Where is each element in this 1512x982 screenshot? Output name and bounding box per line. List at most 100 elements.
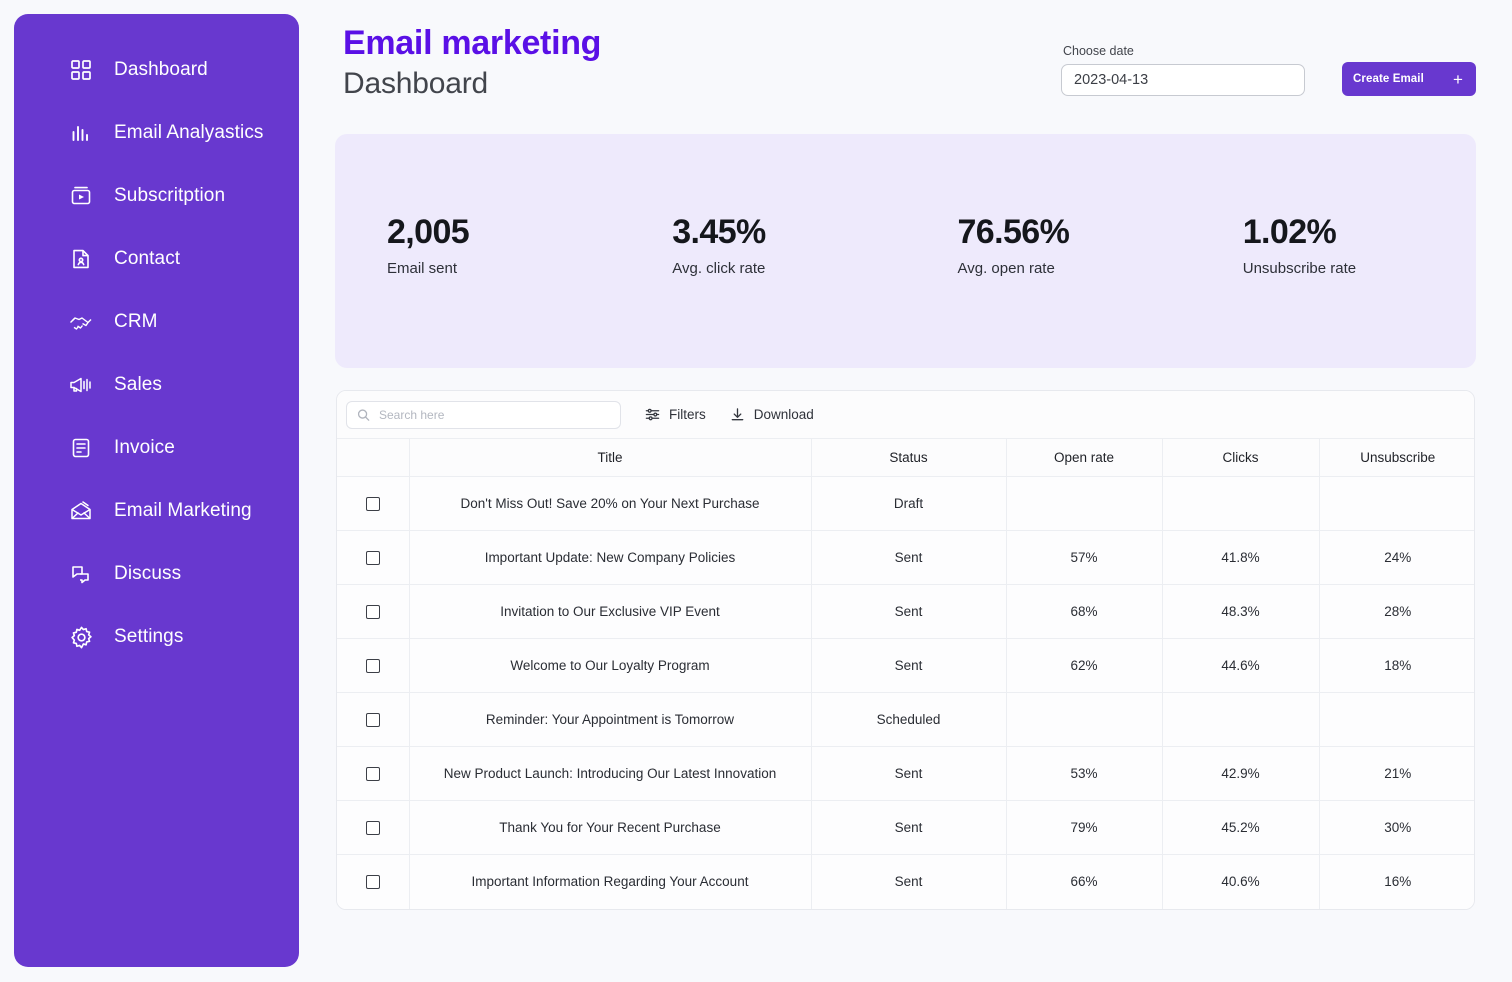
row-unsubscribe: 21% (1319, 746, 1474, 801)
row-select-cell (337, 692, 410, 747)
row-title: Invitation to Our Exclusive VIP Event (409, 584, 812, 639)
sidebar-item-crm[interactable]: CRM (14, 300, 299, 344)
email-table-card: Filters Download Title Status Open rate (336, 390, 1475, 910)
row-status: Sent (811, 800, 1007, 855)
row-unsubscribe (1319, 476, 1474, 531)
row-status: Sent (811, 638, 1007, 693)
bar-chart-icon (68, 120, 94, 146)
table-toolbar: Filters Download (337, 391, 1474, 438)
row-unsubscribe: 18% (1319, 638, 1474, 693)
row-open-rate: 57% (1006, 530, 1163, 585)
search-icon (357, 408, 370, 421)
row-open-rate: 66% (1006, 854, 1163, 909)
megaphone-icon (68, 372, 94, 398)
table-row[interactable]: Important Update: New Company Policies S… (337, 530, 1474, 585)
column-header-clicks: Clicks (1162, 438, 1320, 477)
sidebar-item-invoice[interactable]: Invoice (14, 426, 299, 470)
sidebar-item-label: Dashboard (114, 59, 208, 80)
filters-icon (645, 407, 660, 422)
row-select-cell (337, 584, 410, 639)
row-checkbox[interactable] (365, 551, 380, 566)
create-email-button[interactable]: Create Email + (1342, 62, 1476, 96)
plus-icon: + (1452, 69, 1463, 89)
row-checkbox[interactable] (365, 497, 380, 512)
row-clicks: 41.8% (1162, 530, 1320, 585)
column-header-unsubscribe: Unsubscribe (1319, 438, 1474, 477)
row-select-cell (337, 638, 410, 693)
row-clicks (1162, 476, 1320, 531)
contact-document-icon (68, 246, 94, 272)
sidebar-item-label: Discuss (114, 563, 182, 584)
sidebar-item-discuss[interactable]: Discuss (14, 552, 299, 596)
row-checkbox[interactable] (365, 605, 380, 620)
table-row[interactable]: Don't Miss Out! Save 20% on Your Next Pu… (337, 476, 1474, 531)
sidebar-item-subscritption[interactable]: Subscritption (14, 174, 299, 218)
table-body: Don't Miss Out! Save 20% on Your Next Pu… (337, 476, 1474, 909)
column-header-open-rate: Open rate (1006, 438, 1163, 477)
sidebar-item-label: Sales (114, 374, 163, 395)
chat-bubbles-icon (68, 561, 94, 587)
filters-label: Filters (669, 407, 706, 422)
invoice-document-icon (68, 435, 94, 461)
create-email-label: Create Email (1353, 73, 1424, 85)
page-title-sub: Dashboard (343, 67, 488, 100)
sidebar: Dashboard Email Analyastics Subscritptio… (14, 14, 299, 967)
table-row[interactable]: Thank You for Your Recent Purchase Sent … (337, 800, 1474, 855)
row-checkbox[interactable] (365, 659, 380, 674)
stat-avg-open-rate: 76.56% Avg. open rate (906, 134, 1191, 368)
row-clicks: 42.9% (1162, 746, 1320, 801)
row-title: Important Update: New Company Policies (409, 530, 812, 585)
download-label: Download (753, 407, 814, 422)
sidebar-item-label: Invoice (114, 437, 175, 458)
stat-unsubscribe-rate: 1.02% Unsubscribe rate (1191, 134, 1476, 368)
page-header: Email marketing Dashboard Choose date Cr… (335, 22, 1476, 118)
sidebar-item-label: Contact (114, 248, 181, 269)
sidebar-item-sales[interactable]: Sales (14, 363, 299, 407)
page-title: Email marketing Dashboard (343, 22, 601, 104)
row-open-rate (1006, 692, 1163, 747)
sidebar-item-contact[interactable]: Contact (14, 237, 299, 281)
sidebar-item-dashboard[interactable]: Dashboard (14, 48, 299, 92)
stat-avg-click-rate: 3.45% Avg. click rate (620, 134, 905, 368)
stat-label: Avg. open rate (957, 260, 1055, 277)
sidebar-item-label: Email Analyastics (114, 122, 264, 143)
stat-label: Email sent (387, 260, 458, 277)
table-row[interactable]: Important Information Regarding Your Acc… (337, 854, 1474, 909)
row-clicks: 45.2% (1162, 800, 1320, 855)
sidebar-item-label: CRM (114, 311, 158, 332)
column-header-title: Title (409, 438, 812, 477)
sidebar-item-label: Subscritption (114, 185, 226, 206)
stat-label: Avg. click rate (672, 260, 766, 277)
table-row[interactable]: Reminder: Your Appointment is Tomorrow S… (337, 692, 1474, 747)
row-title: Welcome to Our Loyalty Program (409, 638, 812, 693)
sidebar-item-settings[interactable]: Settings (14, 615, 299, 659)
table-row[interactable]: New Product Launch: Introducing Our Late… (337, 746, 1474, 801)
date-picker-label: Choose date (1063, 44, 1134, 58)
column-header-select (337, 438, 410, 477)
row-select-cell (337, 800, 410, 855)
row-checkbox[interactable] (365, 821, 380, 836)
row-open-rate: 79% (1006, 800, 1163, 855)
download-button[interactable]: Download (730, 407, 814, 422)
date-input[interactable] (1061, 64, 1305, 96)
table-row[interactable]: Welcome to Our Loyalty Program Sent 62% … (337, 638, 1474, 693)
row-open-rate (1006, 476, 1163, 531)
row-clicks: 40.6% (1162, 854, 1320, 909)
download-icon (730, 407, 745, 422)
row-checkbox[interactable] (365, 713, 380, 728)
column-header-status: Status (811, 438, 1007, 477)
row-checkbox[interactable] (365, 767, 380, 782)
row-checkbox[interactable] (365, 875, 380, 890)
filters-button[interactable]: Filters (645, 407, 706, 422)
row-clicks: 48.3% (1162, 584, 1320, 639)
row-unsubscribe: 30% (1319, 800, 1474, 855)
search-input[interactable] (346, 400, 621, 429)
page-title-main: Email marketing (343, 24, 602, 62)
row-status: Sent (811, 854, 1007, 909)
table-header: Title Status Open rate Clicks Unsubscrib… (337, 438, 1474, 477)
stats-panel: 2,005 Email sent 3.45% Avg. click rate 7… (335, 134, 1476, 368)
gear-icon (68, 624, 94, 650)
sidebar-item-email-analyastics[interactable]: Email Analyastics (14, 111, 299, 155)
sidebar-item-email-marketing[interactable]: Email Marketing (14, 489, 299, 533)
table-row[interactable]: Invitation to Our Exclusive VIP Event Se… (337, 584, 1474, 639)
